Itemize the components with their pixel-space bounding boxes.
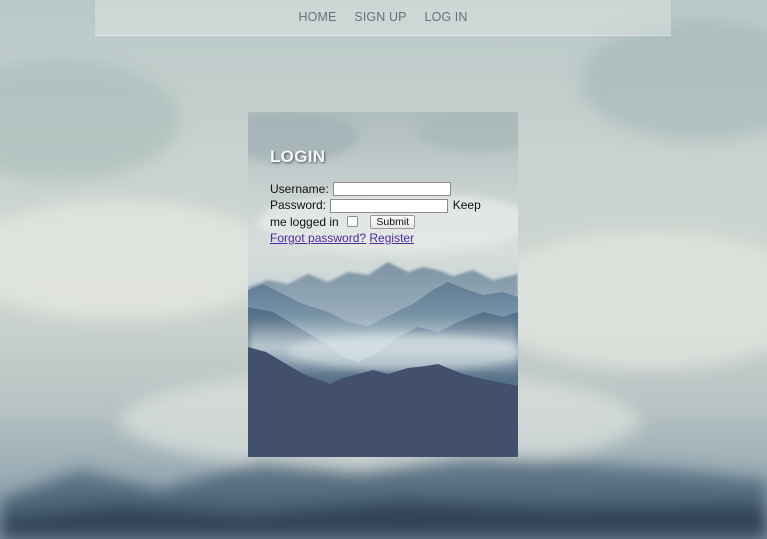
forgot-password-link[interactable]: Forgot password? (270, 231, 366, 245)
password-input[interactable] (330, 198, 449, 213)
username-input[interactable] (333, 182, 452, 197)
login-form: LOGIN Username: Password: Keep me logged… (270, 142, 495, 246)
auth-links: Forgot password? Register (270, 230, 495, 246)
username-row: Username: (270, 181, 495, 197)
nav-sign-up-link[interactable]: SIGN UP (354, 2, 406, 33)
username-label: Username: (270, 182, 329, 196)
register-link[interactable]: Register (369, 231, 414, 245)
nav-home-link[interactable]: HOME (299, 2, 337, 33)
keep-logged-in-label-part1: Keep (452, 198, 481, 213)
password-label: Password: (270, 198, 327, 213)
keep-logged-in-label-part2: me logged in (270, 214, 339, 229)
keep-logged-in-checkbox[interactable] (347, 215, 359, 227)
login-panel: LOGIN Username: Password: Keep me logged… (248, 112, 518, 457)
password-row: Password: Keep me logged in Submit (270, 197, 495, 230)
login-title: LOGIN (270, 147, 326, 166)
top-navigation: HOME SIGN UP LOG IN (95, 0, 671, 36)
nav-log-in-link[interactable]: LOG IN (425, 2, 468, 33)
submit-button[interactable]: Submit (370, 214, 416, 229)
